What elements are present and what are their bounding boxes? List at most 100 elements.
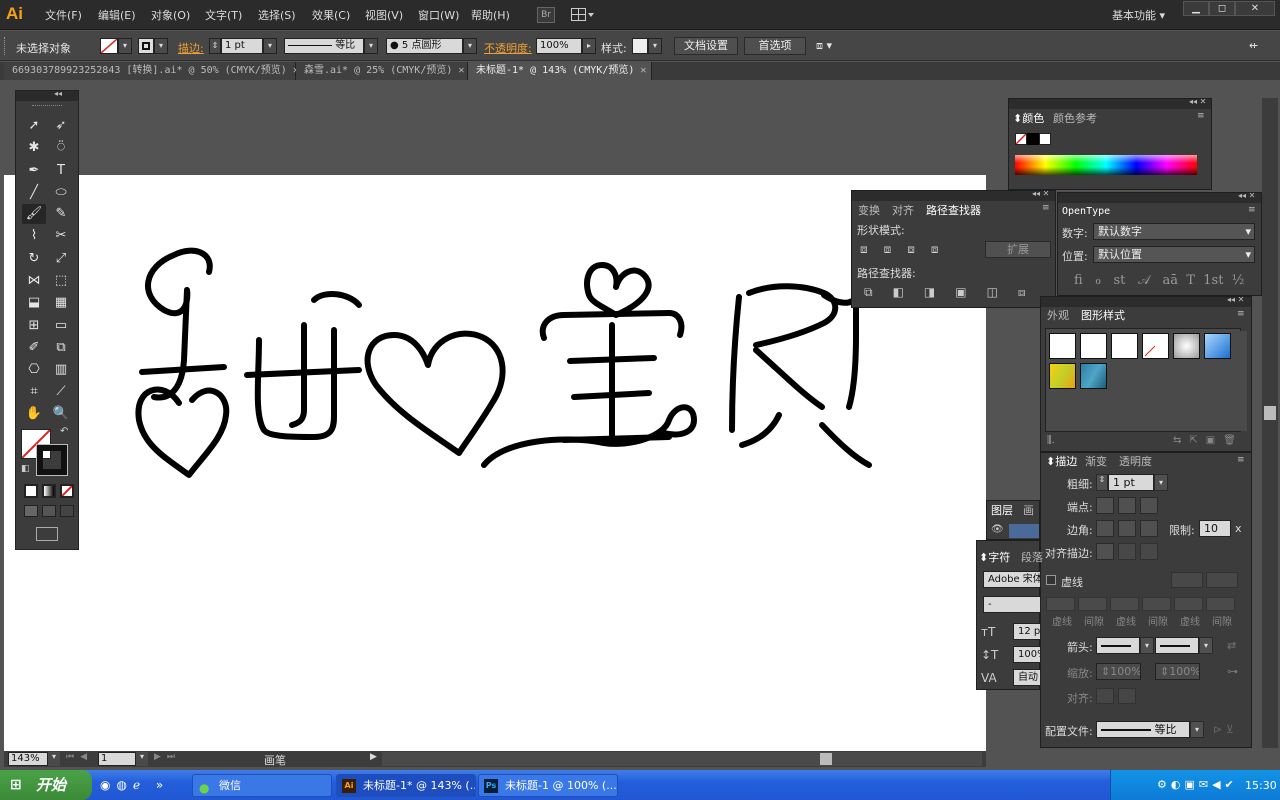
scissors-tool-icon[interactable]: ✂: [49, 226, 73, 246]
stroke-weight-dropdown[interactable]: ▾: [263, 38, 277, 54]
opentype-glyph-buttons[interactable]: fi ℴ st 𝒜 aā T 1st ½: [1074, 273, 1244, 288]
none-swatch[interactable]: [1015, 133, 1027, 145]
style-swatch[interactable]: [1204, 333, 1231, 359]
tab-character[interactable]: ⬍字符: [979, 549, 1010, 566]
style-libraries-icon[interactable]: ⫼.: [1047, 435, 1055, 446]
eye-icon[interactable]: 👁: [991, 524, 1005, 538]
opacity-label[interactable]: 不透明度:: [484, 40, 532, 56]
panel-menu-icon[interactable]: ≡: [1237, 309, 1245, 319]
font-style-field[interactable]: -: [983, 596, 1041, 613]
weight-stepper[interactable]: ⇕: [1096, 474, 1108, 491]
arrow-end-dropdown[interactable]: [1155, 637, 1199, 654]
taskbar-item-illustrator[interactable]: Ai 未标题-1* @ 143% (...: [336, 774, 476, 797]
start-button[interactable]: ⊞ 开始: [0, 770, 92, 800]
line-tool-icon[interactable]: ╱: [22, 183, 46, 203]
bevel-join-button[interactable]: [1140, 520, 1158, 537]
scrollbar-thumb[interactable]: [1264, 406, 1276, 420]
minimize-button[interactable]: ▁: [1183, 1, 1209, 16]
style-swatch[interactable]: [1080, 363, 1107, 389]
direct-selection-tool-icon[interactable]: ➶: [49, 116, 73, 136]
graphic-style-swatch[interactable]: [632, 38, 648, 54]
tab-gradient[interactable]: 渐变: [1085, 453, 1107, 470]
pen-tool-icon[interactable]: ✒: [22, 161, 46, 181]
brush-definition[interactable]: ● 5 点圆形: [386, 38, 463, 54]
none-mode-icon[interactable]: [60, 484, 74, 498]
arrow-start-dropdown[interactable]: [1096, 637, 1140, 654]
current-tool-status[interactable]: 画笔: [264, 752, 286, 768]
dashed-line-checkbox[interactable]: [1046, 575, 1056, 585]
zoom-field[interactable]: 143%: [8, 752, 48, 766]
dash-preserve-button[interactable]: [1206, 572, 1238, 588]
perspective-grid-tool-icon[interactable]: ▦: [49, 293, 73, 313]
artboard-tool-icon[interactable]: ⌗: [22, 382, 46, 402]
taskbar-item-photoshop[interactable]: Ps 未标题-1 @ 100% (...: [478, 774, 618, 797]
tab-layers[interactable]: 图层: [991, 502, 1013, 519]
magic-wand-tool-icon[interactable]: ✱: [22, 138, 46, 158]
panel-menu-icon[interactable]: ≡: [1237, 455, 1245, 465]
profile-field[interactable]: 等比: [1096, 721, 1190, 738]
clock[interactable]: 15:30: [1245, 779, 1277, 792]
limit-field[interactable]: 10: [1199, 520, 1231, 537]
menu-type[interactable]: 文字(T): [205, 7, 242, 23]
paintbrush-tool-icon[interactable]: 🖌: [22, 204, 46, 224]
free-transform-tool-icon[interactable]: ⬚: [49, 271, 73, 291]
bridge-button[interactable]: Br: [537, 7, 555, 23]
lasso-tool-icon[interactable]: ⍥: [49, 138, 73, 158]
blend-tool-icon[interactable]: ⧉: [49, 338, 73, 358]
swap-colors-icon[interactable]: ↶: [60, 426, 68, 437]
tab-transparency[interactable]: 透明度: [1119, 453, 1152, 470]
hand-tool-icon[interactable]: ✋: [22, 404, 46, 424]
style-dropdown[interactable]: ▾: [648, 38, 662, 54]
opacity-dropdown[interactable]: ▸: [582, 38, 596, 54]
scale-start-field[interactable]: ⇕100%: [1096, 663, 1141, 680]
scale-tool-icon[interactable]: ⤢: [49, 249, 73, 269]
panel-header[interactable]: ◂◂ ✕: [1058, 191, 1261, 203]
white-swatch[interactable]: [1039, 133, 1051, 145]
pencil-tool-icon[interactable]: ✎: [49, 204, 73, 224]
toolbox-header[interactable]: ◂◂: [16, 89, 78, 101]
font-size-field[interactable]: 12 p: [1013, 623, 1041, 640]
tab-close-icon[interactable]: ✕: [634, 65, 646, 76]
column-graph-tool-icon[interactable]: ▥: [49, 360, 73, 380]
figure-dropdown[interactable]: 默认数字 ▾: [1093, 223, 1255, 240]
page-field[interactable]: 1: [98, 752, 136, 766]
menu-select[interactable]: 选择(S): [258, 7, 296, 23]
menu-edit[interactable]: 编辑(E): [98, 7, 136, 23]
menu-window[interactable]: 窗口(W): [418, 7, 459, 23]
arrange-icon[interactable]: ⧈ ▾: [816, 39, 832, 53]
style-swatch[interactable]: [1049, 363, 1076, 389]
arrow-end-toggle[interactable]: ▾: [1199, 637, 1213, 654]
type-tool-icon[interactable]: T: [49, 161, 73, 181]
menu-effect[interactable]: 效果(C): [312, 7, 350, 23]
align-center-button[interactable]: [1096, 543, 1114, 560]
eyedropper-tool-icon[interactable]: ✐: [22, 338, 46, 358]
taskbar-item-wechat[interactable]: ● 微信: [192, 774, 332, 797]
leading-field[interactable]: 100%: [1013, 646, 1041, 663]
vertical-scrollbar[interactable]: [1262, 98, 1278, 748]
shape-builder-tool-icon[interactable]: ⬓: [22, 293, 46, 313]
scale-end-field[interactable]: ⇕100%: [1155, 663, 1200, 680]
scrollbar-thumb[interactable]: [820, 753, 832, 765]
draw-behind-icon[interactable]: [42, 505, 56, 517]
tab-artboards[interactable]: 画: [1023, 502, 1034, 519]
zoom-tool-icon[interactable]: 🔍: [49, 404, 73, 424]
layer-row[interactable]: [1009, 524, 1039, 538]
document-tab-active[interactable]: 未标题-1* @ 143% (CMYK/预览) ✕: [468, 62, 652, 80]
arrow-start-toggle[interactable]: ▾: [1140, 637, 1154, 654]
close-button[interactable]: ✕: [1235, 1, 1275, 16]
tray-icons[interactable]: ⚙◐▣✉◀✔: [1157, 778, 1238, 791]
stroke-color-icon[interactable]: [36, 444, 68, 476]
miter-join-button[interactable]: [1096, 520, 1114, 537]
round-join-button[interactable]: [1118, 520, 1136, 537]
weight-field[interactable]: 1 pt: [1108, 474, 1154, 491]
style-swatch[interactable]: [1142, 333, 1169, 359]
panel-menu-icon[interactable]: ≡: [1248, 205, 1256, 215]
menu-view[interactable]: 视图(V): [365, 7, 403, 23]
font-family-field[interactable]: Adobe 宋体: [983, 571, 1041, 588]
panel-header[interactable]: ◂◂ ✕: [852, 189, 1055, 201]
zoom-dropdown[interactable]: ▾: [48, 752, 60, 766]
style-swatch[interactable]: [1173, 333, 1200, 359]
handwritten-artwork[interactable]: [4, 175, 986, 751]
tab-appearance[interactable]: 外观: [1047, 307, 1069, 324]
swap-arrows-icon[interactable]: ⇄: [1227, 639, 1236, 652]
